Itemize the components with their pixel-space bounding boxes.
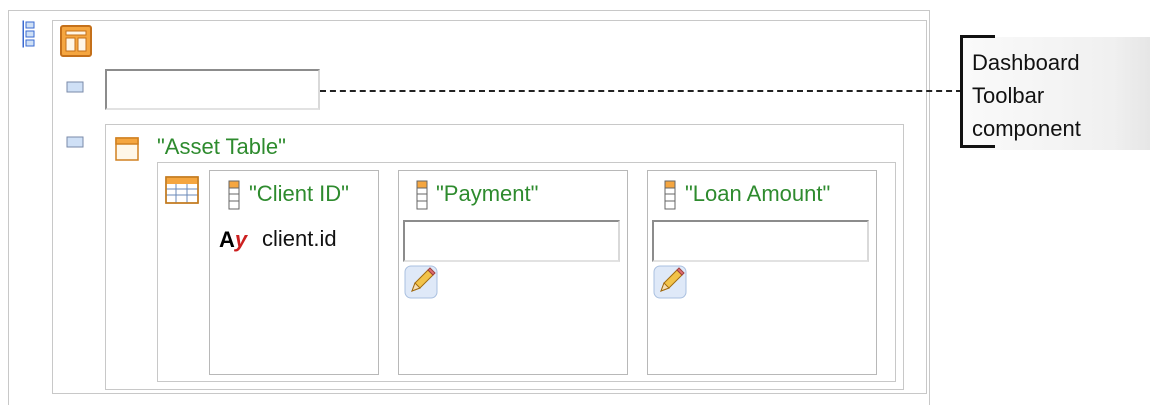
dashboard-toolbar-input[interactable] xyxy=(105,69,320,110)
panel-icon[interactable] xyxy=(115,137,139,161)
dashboard-icon[interactable] xyxy=(60,25,92,57)
payment-input[interactable] xyxy=(403,220,620,262)
column-icon xyxy=(228,180,240,210)
column-icon xyxy=(664,180,676,210)
column-icon xyxy=(416,180,428,210)
table-icon[interactable] xyxy=(165,176,199,204)
column-header-payment: "Payment" xyxy=(436,181,539,206)
pencil-icon[interactable] xyxy=(653,265,687,299)
vertical-layout-icon[interactable] xyxy=(22,20,36,48)
callout-leader-line xyxy=(320,90,962,92)
asset-table-title: "Asset Table" xyxy=(157,134,286,159)
client-id-value[interactable]: client.id xyxy=(262,226,337,252)
toolbar-row-icon[interactable] xyxy=(66,81,84,93)
loan-amount-input[interactable] xyxy=(652,220,869,262)
pencil-icon[interactable] xyxy=(404,265,438,299)
table-row-icon[interactable] xyxy=(66,136,84,148)
text-type-icon: Ay xyxy=(219,227,248,252)
column-header-loan-amount: "Loan Amount" xyxy=(685,181,831,206)
column-header-client-id: "Client ID" xyxy=(249,181,349,206)
callout-text: Dashboard Toolbar component xyxy=(972,50,1081,141)
